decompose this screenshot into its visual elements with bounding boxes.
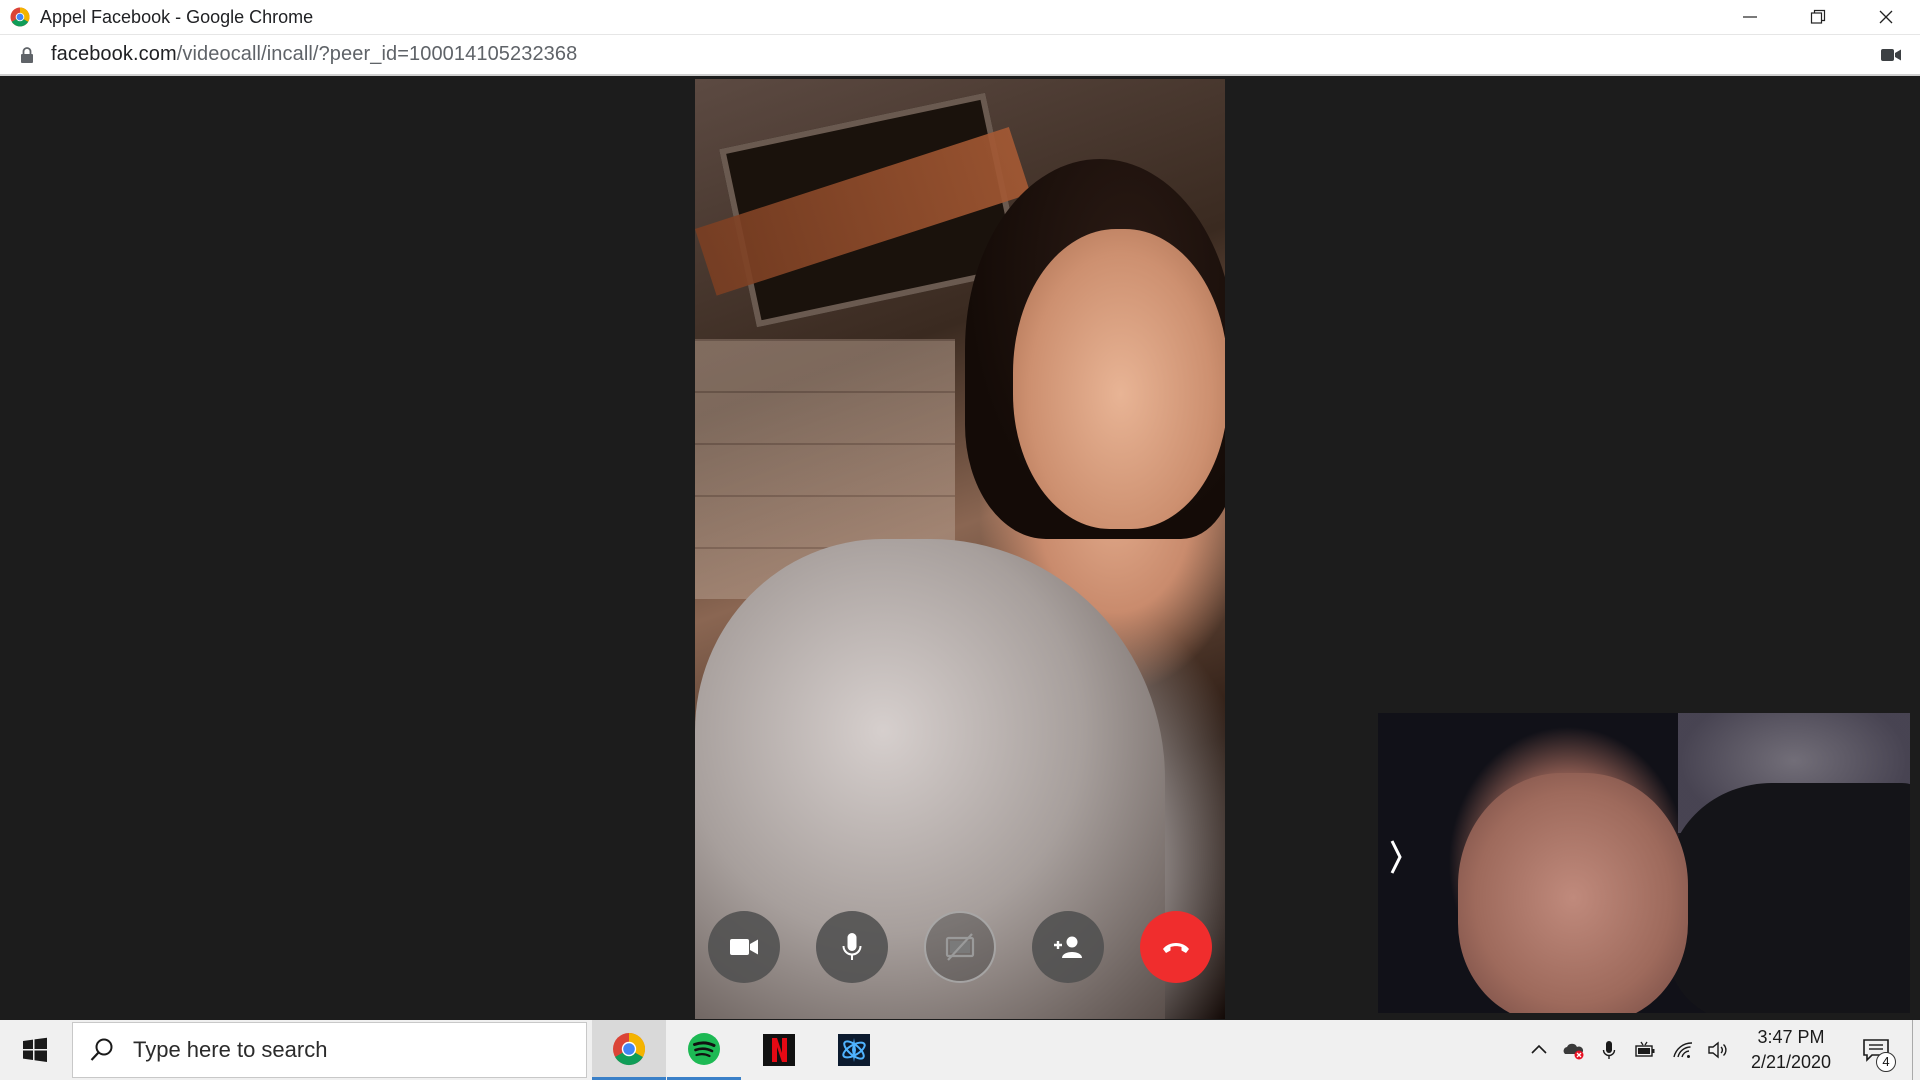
address-bar[interactable]: facebook.com/videocall/incall/?peer_id=1… <box>0 34 1920 76</box>
share-screen-button[interactable] <box>924 911 996 983</box>
search-icon <box>90 1038 113 1061</box>
add-person-icon <box>1054 936 1082 958</box>
minimize-button[interactable] <box>1716 0 1784 34</box>
spotify-icon <box>688 1032 720 1065</box>
camera-in-use-icon[interactable] <box>1880 46 1902 64</box>
close-icon <box>1879 10 1893 24</box>
screen-share-off-icon <box>945 933 975 961</box>
show-hidden-icons-button[interactable] <box>1524 1020 1554 1080</box>
video-call-area <box>0 76 1920 1020</box>
clock-time: 3:47 PM <box>1757 1027 1825 1047</box>
chevron-right-icon <box>1390 840 1402 874</box>
taskbar-app-netflix[interactable] <box>742 1020 816 1080</box>
url-host: facebook.com <box>51 43 177 65</box>
battlenet-icon <box>838 1034 870 1066</box>
url-text[interactable]: facebook.com/videocall/incall/?peer_id=1… <box>51 43 577 66</box>
video-camera-icon <box>730 939 758 955</box>
windows-logo-icon <box>23 1037 47 1062</box>
window-title: Appel Facebook - Google Chrome <box>40 6 314 27</box>
taskbar-search[interactable]: Type here to search <box>72 1022 587 1078</box>
restore-button[interactable] <box>1784 0 1852 34</box>
chrome-icon <box>613 1032 646 1065</box>
self-video[interactable] <box>1378 713 1910 1013</box>
tray-onedrive[interactable] <box>1556 1020 1590 1080</box>
tray-volume[interactable] <box>1702 1020 1734 1080</box>
minimize-icon <box>1743 16 1757 18</box>
taskbar-app-spotify[interactable] <box>667 1020 741 1080</box>
toggle-mic-button[interactable] <box>816 911 888 983</box>
video-person-face <box>1013 229 1225 529</box>
taskbar-clock[interactable]: 3:47 PM 2/21/2020 <box>1736 1020 1846 1080</box>
netflix-icon <box>763 1034 795 1066</box>
tray-battery[interactable] <box>1628 1020 1662 1080</box>
lock-icon[interactable] <box>20 46 34 63</box>
remote-video <box>695 79 1225 1019</box>
url-path: /videocall/incall/?peer_id=1000141052323… <box>176 43 578 65</box>
start-button[interactable] <box>0 1020 70 1080</box>
tray-wifi[interactable] <box>1666 1020 1700 1080</box>
microphone-icon <box>1602 1041 1616 1059</box>
clock-date: 2/21/2020 <box>1750 1052 1832 1072</box>
chevron-up-icon <box>1531 1044 1547 1054</box>
self-video-face <box>1458 773 1688 1013</box>
chrome-icon <box>10 7 30 27</box>
search-placeholder: Type here to search <box>133 1037 328 1062</box>
show-desktop-button[interactable] <box>1912 1020 1920 1080</box>
window-controls <box>1716 0 1920 34</box>
self-video-shirt <box>1668 783 1910 1013</box>
action-center-button[interactable]: 4 <box>1852 1020 1900 1080</box>
tray-microphone[interactable] <box>1594 1020 1624 1080</box>
battery-icon <box>1635 1041 1655 1057</box>
microphone-icon <box>842 933 862 960</box>
close-button[interactable] <box>1852 0 1920 34</box>
volume-icon <box>1708 1041 1727 1059</box>
add-person-button[interactable] <box>1032 911 1104 983</box>
notification-count-badge: 4 <box>1876 1052 1896 1072</box>
window-titlebar: Appel Facebook - Google Chrome <box>0 0 1920 34</box>
onedrive-error-icon <box>1563 1043 1584 1060</box>
restore-icon <box>1810 9 1826 24</box>
taskbar-app-chrome[interactable] <box>592 1020 666 1080</box>
hang-up-icon <box>1163 943 1189 953</box>
taskbar-app-battle-net[interactable] <box>817 1020 891 1080</box>
wifi-icon <box>1673 1042 1693 1058</box>
toggle-video-button[interactable] <box>708 911 780 983</box>
windows-taskbar: Type here to search 3:47 PM 2/21/2020 4 <box>0 1020 1920 1080</box>
self-view-toggle[interactable] <box>1384 833 1408 881</box>
end-call-button[interactable] <box>1140 911 1212 983</box>
